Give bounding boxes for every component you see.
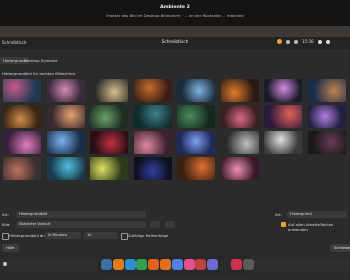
wallpaper-ocean-fantasy[interactable]	[307, 79, 346, 102]
wallpaper-blue-waves[interactable]	[46, 157, 85, 180]
wallpaper-grid	[0, 79, 350, 209]
wallpaper-purple-glow[interactable]	[307, 105, 346, 128]
dock-calc-icon[interactable]	[136, 259, 148, 270]
tab-symbole[interactable]: Symbole	[38, 57, 60, 64]
dock-video-icon[interactable]	[171, 259, 183, 270]
wallpaper-shell[interactable]	[3, 157, 41, 180]
art-label: Art:	[2, 212, 9, 217]
dock-impress-icon[interactable]	[148, 259, 160, 270]
art-select[interactable]: Hintergrundbild	[16, 211, 146, 218]
notification-title: Ambiente 2	[160, 5, 190, 10]
change-interval-unit[interactable]: in Minuten	[45, 232, 81, 239]
color1-button[interactable]	[150, 221, 160, 228]
dock-ogg-icon[interactable]	[112, 259, 124, 270]
art2-select[interactable]: Hintergrund	[287, 211, 347, 218]
update-icon[interactable]	[277, 39, 282, 44]
wallpaper-abstract-pink[interactable]	[46, 79, 85, 102]
wallpaper-dark-swirl[interactable]	[133, 157, 172, 180]
wallpaper-rocks[interactable]	[220, 131, 259, 154]
wallpaper-bull-fantasy[interactable]	[133, 79, 172, 102]
color2-button[interactable]	[165, 221, 175, 228]
wallpaper-green-fantasy[interactable]	[90, 105, 128, 128]
wallpaper-colorful-stones[interactable]	[220, 105, 259, 128]
wallpaper-dark-green[interactable]	[177, 105, 215, 128]
wallpaper-dark-art[interactable]	[307, 131, 346, 154]
wallpaper-forest-teal[interactable]	[133, 105, 172, 128]
all-workspaces-checkbox[interactable]	[281, 222, 286, 227]
wallpaper-horse-splash[interactable]	[90, 79, 128, 102]
dock-writer-icon[interactable]	[124, 259, 136, 270]
dock-settings-icon[interactable]	[195, 259, 207, 270]
wallpaper-flowers[interactable]	[3, 79, 41, 102]
wallpaper-pink-bubbles[interactable]	[3, 131, 41, 154]
dock-terminal-icon[interactable]	[219, 259, 230, 270]
dock-files-icon[interactable]	[101, 259, 112, 270]
window-titlebar: Schreibtisch Schreibtisch 15:56	[0, 37, 350, 49]
wallpaper-pink-fluid[interactable]	[133, 131, 172, 154]
notification-subtitle: Ersetze das Bild im Desktop Bildschirm ·…	[106, 13, 244, 18]
dock-music-icon[interactable]	[230, 259, 242, 270]
volume-icon[interactable]	[294, 39, 298, 44]
change-checkbox[interactable]	[2, 233, 9, 240]
wallpaper-swirl-lights[interactable]	[264, 79, 302, 102]
wallpaper-sunset[interactable]	[46, 105, 85, 128]
dock-firefox-icon[interactable]	[160, 259, 171, 270]
bild-label: Bild:	[2, 222, 11, 227]
power-icon[interactable]	[317, 39, 322, 44]
close-button[interactable]: Schließen	[330, 244, 350, 252]
all-workspaces-label: Auf allen Arbeitsflächen anwenden	[288, 222, 334, 232]
settings-window: Schreibtisch Schreibtisch 15:56 Hintergr…	[0, 37, 350, 259]
change-interval-value[interactable]: 10	[84, 232, 118, 239]
wallpaper-blue-silk[interactable]	[177, 131, 215, 154]
random-label: Zufällige Reihenfolge	[128, 233, 169, 238]
wallpaper-colorful-flowers[interactable]	[264, 105, 302, 128]
wallpaper-rainbow[interactable]	[90, 157, 128, 180]
random-checkbox[interactable]	[121, 233, 128, 240]
wallpaper-butterfly[interactable]	[220, 79, 259, 102]
wallpaper-red-abstract[interactable]	[90, 131, 128, 154]
wallpaper-tiger[interactable]	[3, 105, 41, 128]
system-tray: 15:56	[277, 39, 330, 44]
top-notification-bar: Ambiente 2 Ersetze das Bild im Desktop B…	[0, 0, 350, 26]
wallpaper-pink-circles[interactable]	[220, 157, 259, 180]
wallpaper-blue-light[interactable]	[46, 131, 85, 154]
section-description: Hintergrundbild für rechten Bildschirm	[2, 71, 76, 76]
help-button[interactable]: Hilfe	[2, 244, 19, 252]
dock-clock-icon[interactable]	[3, 262, 7, 266]
wallpaper-blue-eye[interactable]	[177, 79, 215, 102]
network-icon[interactable]	[286, 39, 290, 44]
bild-select[interactable]: Skalierter Vorlauf	[16, 221, 146, 228]
art2-label: Art:	[275, 212, 282, 217]
dock-appstore-icon[interactable]	[207, 259, 219, 270]
dock-trash-icon[interactable]	[242, 259, 254, 270]
wallpaper-orange-shapes[interactable]	[177, 157, 215, 180]
clock-time: 15:56	[302, 39, 314, 44]
dock-vlc-icon[interactable]	[183, 259, 195, 270]
wallpaper-controls: Art: Hintergrundbild Bild: Skalierter Vo…	[0, 207, 350, 255]
dock	[98, 256, 254, 274]
wallpaper-water-spheres[interactable]	[264, 131, 302, 154]
desktop: Ambiente 2 Ersetze das Bild im Desktop B…	[0, 0, 350, 280]
tab-bar: Hintergrund Desktop Symbole	[0, 56, 350, 65]
menu-icon[interactable]	[325, 39, 330, 44]
